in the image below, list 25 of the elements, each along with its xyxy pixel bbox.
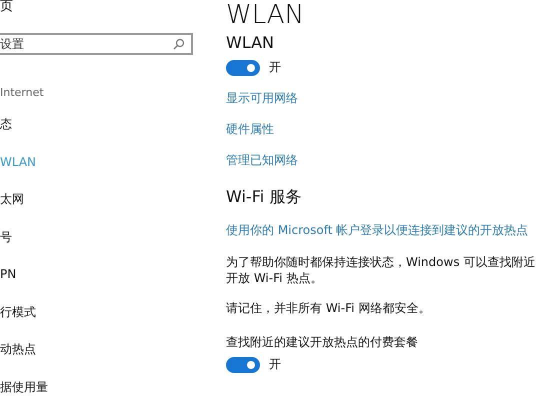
toggle-switch[interactable] [226, 356, 260, 372]
group-heading: Internet [0, 86, 45, 100]
description-text: 为了帮助你随时都保持连接状态，Windows 可以查找附近 开放 Wi-Fi 热点。 [226, 254, 536, 286]
setting-label: 查找附近的建议开放热点的付费套餐 [226, 334, 419, 350]
toggle-state: 开 [269, 356, 281, 373]
search-icon [173, 38, 185, 50]
settings-link[interactable]: 硬件属性 [226, 122, 538, 136]
sidebar-item[interactable]: 据使用量 [0, 380, 48, 394]
sidebar-item[interactable]: 动热点 [0, 342, 36, 356]
setting-label: WLAN [226, 34, 276, 52]
note-text: 请记住，并非所有 Wi-Fi 网络都安全。 [226, 300, 432, 316]
sidebar-item[interactable]: 太网 [0, 192, 24, 206]
search-field[interactable]: 设置 [0, 33, 193, 55]
sidebar-item[interactable]: 号 [0, 230, 12, 244]
page-title: WLAN [226, 0, 306, 30]
sidebar-item[interactable]: 行模式 [0, 304, 36, 318]
toggle-switch[interactable] [226, 60, 260, 76]
section-heading: Wi-Fi 服务 [226, 188, 302, 206]
signin-link[interactable]: 使用你的 Microsoft 帐户登录以便连接到建议的开放热点 [226, 223, 538, 237]
sidebar-item[interactable]: PN [0, 267, 16, 281]
sidebar-item[interactable]: 态 [0, 117, 12, 131]
home-link[interactable]: 页 [0, 0, 205, 14]
settings-link[interactable]: 管理已知网络 [226, 153, 538, 167]
toggle-state: 开 [269, 59, 281, 76]
settings-link[interactable]: 显示可用网络 [226, 91, 538, 105]
